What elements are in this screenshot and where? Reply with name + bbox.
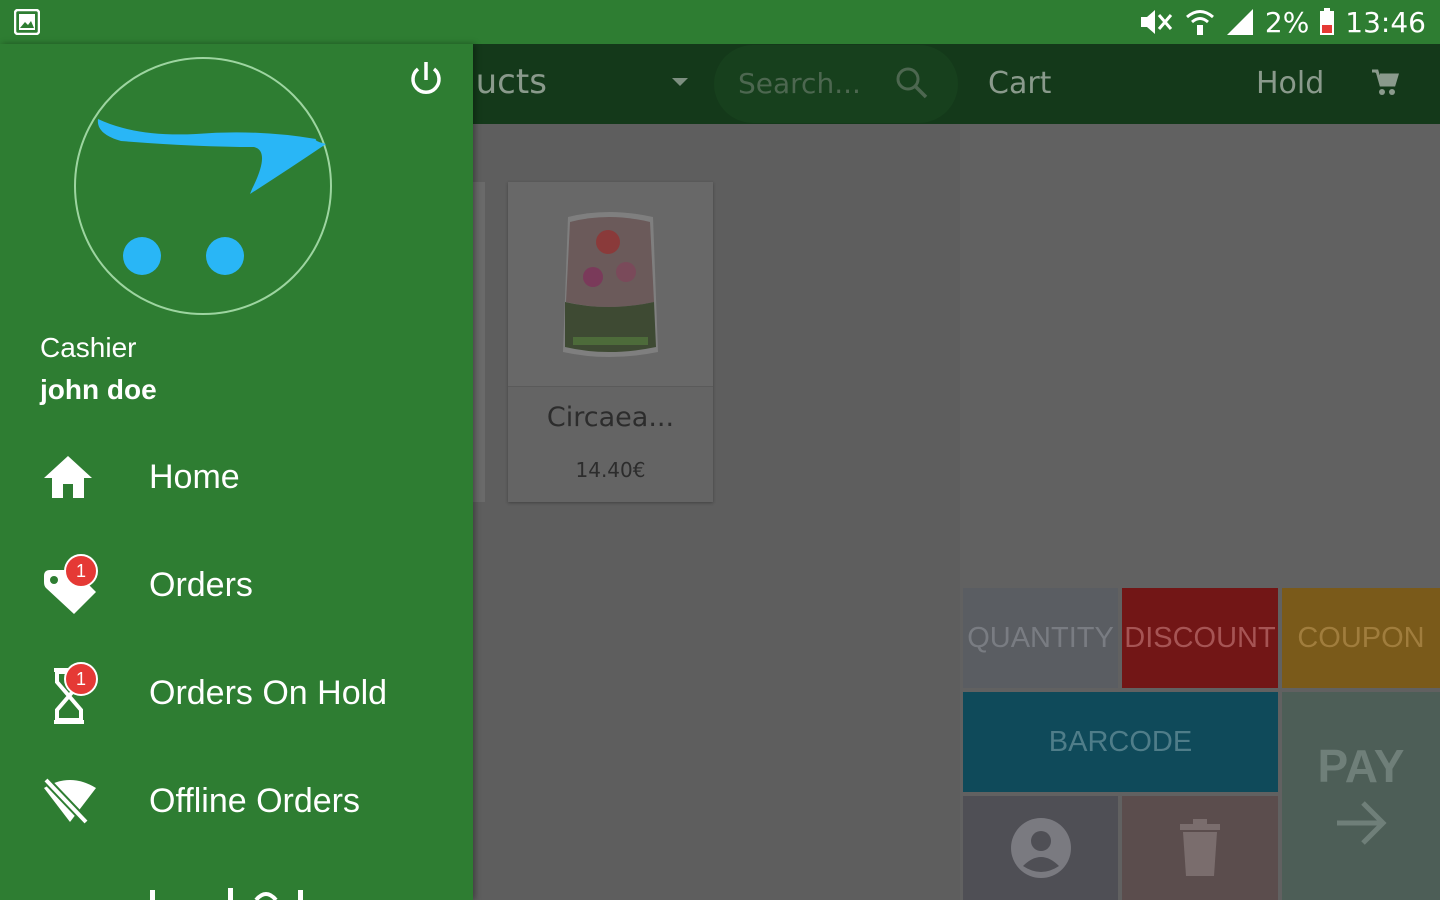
nav-item-home[interactable]: Home xyxy=(0,428,473,528)
hold-button[interactable]: Hold xyxy=(1256,66,1324,101)
app-logo xyxy=(74,57,332,315)
chevron-down-icon[interactable] xyxy=(672,78,688,86)
nav-item-label: Offline Orders xyxy=(149,782,361,820)
notification-badge: 1 xyxy=(64,554,98,588)
barcode-button[interactable]: BARCODE xyxy=(963,692,1278,792)
wifi-icon xyxy=(1185,7,1215,37)
power-icon[interactable] xyxy=(404,58,448,106)
status-bar: 2% 13:46 xyxy=(0,0,1440,44)
partial-label-glyphs xyxy=(150,888,303,900)
wifi-off-icon xyxy=(40,774,100,834)
nav-item-label: Orders On Hold xyxy=(149,674,388,712)
account-icon xyxy=(1010,818,1071,878)
clock: 13:46 xyxy=(1345,5,1426,39)
product-image xyxy=(508,182,713,387)
coupon-button[interactable]: COUPON xyxy=(1282,588,1440,688)
home-icon xyxy=(40,450,100,510)
nav-item-orders[interactable]: 1 Orders xyxy=(0,536,473,636)
cart-icon[interactable] xyxy=(1370,68,1400,98)
user-role: Cashier xyxy=(40,332,137,363)
cart-label: Cart xyxy=(988,66,1052,101)
arrow-right-icon xyxy=(1337,801,1387,845)
notification-badge: 1 xyxy=(64,662,98,696)
product-name: Circaea... xyxy=(546,402,675,433)
product-card[interactable]: Circaea... 14.40€ xyxy=(508,182,713,502)
product-price: 14.40€ xyxy=(575,458,646,482)
search-icon[interactable] xyxy=(894,65,930,101)
nav-item-orders-on-hold[interactable]: 1 Orders On Hold xyxy=(0,644,473,744)
discount-button[interactable]: DISCOUNT xyxy=(1122,588,1278,688)
search-placeholder: Search... xyxy=(738,67,861,100)
nav-item-label: Home xyxy=(149,458,240,496)
gallery-notification-icon xyxy=(13,8,41,36)
trash-icon xyxy=(1180,819,1220,876)
search-input[interactable]: Search... xyxy=(714,45,958,123)
signal-icon xyxy=(1225,7,1255,37)
clear-cart-button[interactable] xyxy=(1122,796,1278,900)
quantity-button[interactable]: QUANTITY xyxy=(963,588,1118,688)
battery-icon xyxy=(1319,8,1335,36)
battery-percent: 2% xyxy=(1264,5,1310,39)
pay-label: PAY xyxy=(1317,740,1405,792)
customer-button[interactable] xyxy=(963,796,1118,900)
user-name: john doe xyxy=(40,374,157,405)
navigation-drawer: Cashier john doe Home 1 Orders 1 Orders … xyxy=(0,44,473,900)
nav-item-partial[interactable] xyxy=(0,860,473,900)
mute-icon xyxy=(1137,7,1175,37)
pay-button[interactable]: PAY xyxy=(1282,692,1440,900)
nav-item-offline-orders[interactable]: Offline Orders xyxy=(0,752,473,852)
nav-item-label: Orders xyxy=(149,566,253,604)
